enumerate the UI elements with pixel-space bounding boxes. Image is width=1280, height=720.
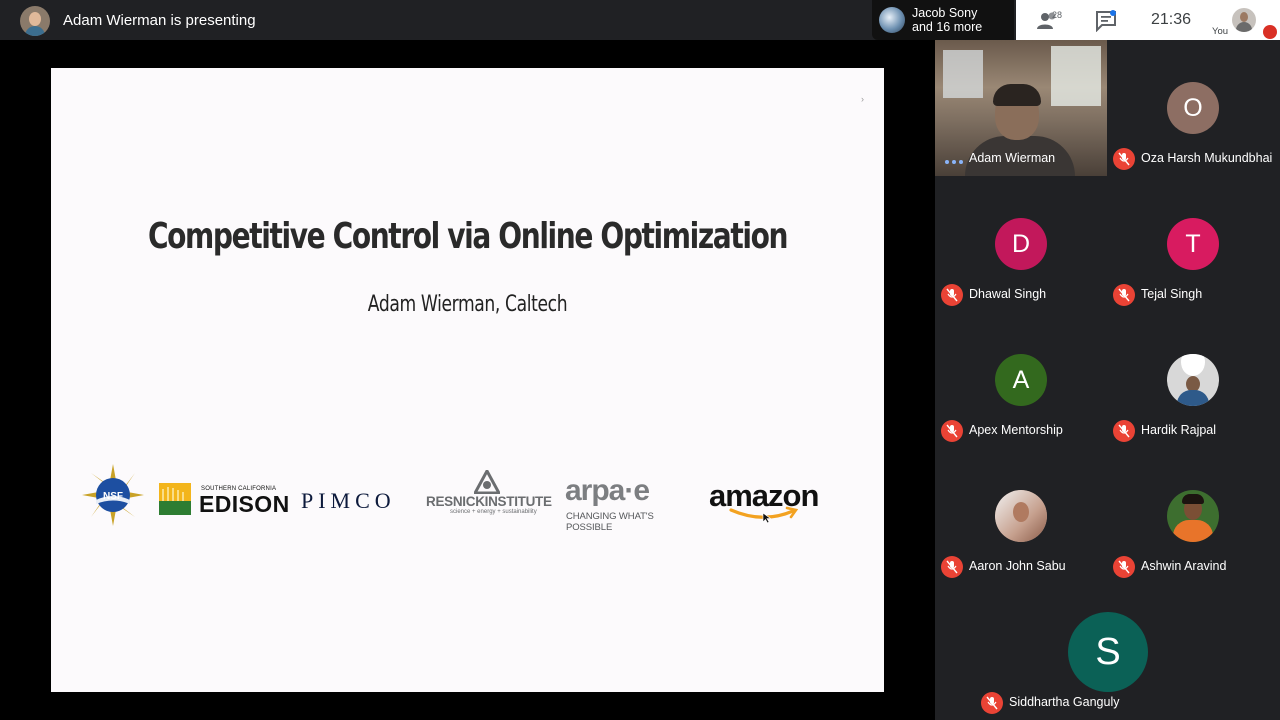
meet-window: Adam Wierman is presenting Jacob Sony an… xyxy=(0,0,1280,720)
resnick-logo-subtext: science + energy + sustainability xyxy=(450,509,537,515)
arpa-e-logo-text: arpa·e xyxy=(565,474,650,507)
edison-logo: SOUTHERN CALIFORNIA EDISON xyxy=(159,480,289,518)
top-bar: Adam Wierman is presenting Jacob Sony an… xyxy=(0,0,1280,40)
participant-avatar xyxy=(995,490,1047,542)
mouse-cursor-icon xyxy=(762,512,772,524)
chat-unread-dot xyxy=(1110,10,1116,16)
arpa-e-logo: arpa·e CHANGING WHAT'S POSSIBLE xyxy=(565,474,689,533)
mic-muted-icon xyxy=(1113,148,1135,170)
participant-tile-oza[interactable]: O Oza Harsh Mukundbhai xyxy=(1107,40,1279,176)
mic-muted-icon xyxy=(1113,556,1135,578)
participant-tile-siddhartha[interactable]: S Siddhartha Ganguly xyxy=(973,584,1241,720)
presentation-slide: › Competitive Control via Online Optimiz… xyxy=(51,68,884,692)
mic-muted-icon xyxy=(941,284,963,306)
chat-notification[interactable]: Jacob Sony and 16 more xyxy=(872,0,1014,40)
mic-muted-icon xyxy=(941,556,963,578)
participant-avatar: O xyxy=(1167,82,1219,134)
participant-tile-hardik[interactable]: Hardik Rajpal xyxy=(1107,312,1279,448)
participant-tile-apex[interactable]: A Apex Mentorship xyxy=(935,312,1107,448)
chat-notification-more: and 16 more xyxy=(912,20,983,34)
participant-name: Siddhartha Ganguly xyxy=(1009,695,1120,709)
mic-muted-icon xyxy=(981,692,1003,714)
resnick-triangle-icon xyxy=(474,470,500,494)
participant-avatar xyxy=(1167,490,1219,542)
participant-count: 28 xyxy=(1052,10,1063,20)
pimco-logo: PIMCO xyxy=(301,488,396,513)
participant-avatar: D xyxy=(995,218,1047,270)
resnick-logo-text: RESNICKINSTITUTE xyxy=(426,494,552,509)
clock: 21:36 xyxy=(1151,11,1192,28)
speaking-indicator-icon xyxy=(945,160,963,164)
participant-avatar: A xyxy=(995,354,1047,406)
participant-tile-tejal[interactable]: T Tejal Singh xyxy=(1107,176,1279,312)
participant-name: Aaron John Sabu xyxy=(969,559,1066,573)
nsf-logo-text: NSF xyxy=(103,491,123,502)
participant-name: Ashwin Aravind xyxy=(1141,559,1227,573)
participant-avatar: S xyxy=(1068,612,1148,692)
participant-tile-dhawal[interactable]: D Dhawal Singh xyxy=(935,176,1107,312)
participant-name: Hardik Rajpal xyxy=(1141,423,1217,437)
self-avatar[interactable] xyxy=(1232,8,1256,32)
mic-muted-icon xyxy=(1113,420,1135,442)
presenter-avatar xyxy=(20,6,50,36)
participant-tile-aaron[interactable]: Aaron John Sabu xyxy=(935,448,1107,584)
self-mic-muted-icon xyxy=(1263,25,1277,39)
participant-name: Oza Harsh Mukundbhai xyxy=(1141,151,1273,165)
presenting-status: Adam Wierman is presenting xyxy=(63,12,256,29)
chat-notification-sender: Jacob Sony xyxy=(912,6,978,20)
edison-logo-text: EDISON xyxy=(199,491,290,517)
participant-grid: Adam Wierman O Oza Harsh Mukundbhai D Dh… xyxy=(935,40,1280,720)
participant-name: Adam Wierman xyxy=(969,151,1056,165)
resnick-institute-logo: RESNICKINSTITUTE science + energy + sust… xyxy=(426,468,552,524)
participant-name: Dhawal Singh xyxy=(969,287,1047,301)
presenter-video: Adam Wierman xyxy=(935,40,1107,176)
arpa-e-logo-tagline: CHANGING WHAT'S POSSIBLE xyxy=(566,511,654,533)
amazon-logo: amazon xyxy=(709,478,841,526)
mic-muted-icon xyxy=(1113,284,1135,306)
nsf-logo: NSF xyxy=(82,464,144,526)
participant-tile-presenter[interactable]: Adam Wierman xyxy=(935,40,1107,176)
slide-subtitle: Adam Wierman, Caltech xyxy=(367,292,568,317)
self-label: You xyxy=(1212,26,1229,37)
participant-avatar: T xyxy=(1167,218,1219,270)
participant-name: Tejal Singh xyxy=(1141,287,1203,301)
slide-corner-mark: › xyxy=(861,94,864,104)
participant-name: Apex Mentorship xyxy=(969,423,1063,437)
participant-tile-ashwin[interactable]: Ashwin Aravind xyxy=(1107,448,1279,584)
mic-muted-icon xyxy=(941,420,963,442)
chat-avatar-icon xyxy=(879,7,905,33)
slide-title: Competitive Control via Online Optimizat… xyxy=(147,216,789,257)
participant-avatar xyxy=(1167,354,1219,406)
